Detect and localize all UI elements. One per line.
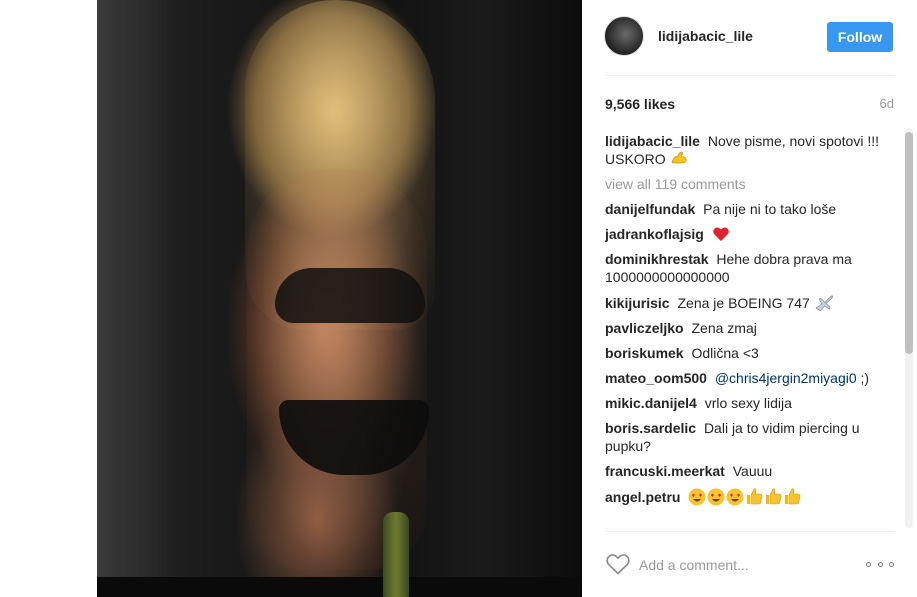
photo-margin	[0, 0, 97, 597]
list-item: francuski.meerkat Vauuu	[605, 462, 894, 480]
comment-username[interactable]: francuski.meerkat	[605, 463, 725, 479]
comment-mention[interactable]: @chris4jergin2miyagi0	[715, 370, 857, 386]
list-item: angel.petru	[605, 487, 894, 506]
red-heart-icon	[712, 227, 729, 241]
comment-text: Pa nije ni to tako loše	[703, 201, 837, 217]
instagram-post: lidijabacic_lile Follow 9,566 likes 6d l…	[0, 0, 917, 597]
caption-username[interactable]: lidijabacic_lile	[605, 133, 700, 149]
flexed-biceps-icon	[671, 151, 687, 164]
likes-row: 9,566 likes 6d	[605, 96, 894, 114]
comment-text: vrlo sexy lidija	[704, 395, 792, 411]
list-item: mateo_oom500 @chris4jergin2miyagi0 ;)	[605, 369, 894, 387]
heart-outline-icon[interactable]	[605, 552, 631, 576]
comment-username[interactable]: mikic.danijel4	[605, 395, 697, 411]
airplane-icon	[815, 295, 833, 311]
comment-username[interactable]: mateo_oom500	[605, 370, 707, 386]
heart-eyes-icon	[726, 488, 744, 506]
thumbs-up-icon	[766, 488, 782, 505]
header-divider	[605, 75, 894, 76]
list-item: mikic.danijel4 vrlo sexy lidija	[605, 394, 894, 412]
comment-bar	[605, 548, 894, 582]
comment-text: Zena je BOEING 747	[677, 295, 810, 311]
comment-bar-divider	[605, 531, 894, 532]
thumbs-up-icon	[747, 488, 763, 505]
heart-eyes-icon	[688, 488, 706, 506]
comments-list: lidijabacic_lile Nove pisme, novi spotov…	[605, 132, 894, 528]
comment-username[interactable]: pavliczeljko	[605, 320, 684, 336]
more-options-icon[interactable]	[866, 554, 894, 574]
more-dot	[877, 561, 883, 567]
list-item: pavliczeljko Zena zmaj	[605, 319, 894, 337]
comment-text: Vauuu	[732, 463, 773, 479]
list-item: kikijurisic Zena je BOEING 747	[605, 293, 894, 312]
thumbs-up-icon	[785, 488, 801, 505]
photo-bar	[97, 577, 582, 597]
post-photo[interactable]	[97, 0, 582, 597]
more-dot	[889, 561, 894, 567]
comment-username[interactable]: jadrankoflajsig	[605, 226, 704, 242]
comment-text: Odlična <3	[691, 345, 759, 361]
comment-username[interactable]: boris.sardelic	[605, 420, 696, 436]
comment-username[interactable]: danijelfundak	[605, 201, 695, 217]
scrollbar-thumb[interactable]	[905, 132, 913, 354]
add-comment-input[interactable]	[639, 553, 849, 577]
post-header: lidijabacic_lile Follow	[582, 0, 917, 76]
comment-text: Zena zmaj	[691, 320, 757, 336]
header-username[interactable]: lidijabacic_lile	[658, 28, 753, 44]
more-dot	[866, 561, 871, 567]
caption: lidijabacic_lile Nove pisme, novi spotov…	[605, 132, 894, 168]
list-item: boris.sardelic Dali ja to vidim piercing…	[605, 419, 894, 455]
list-item: boriskumek Odlična <3	[605, 344, 894, 362]
comments-scrollbar[interactable]	[902, 128, 915, 528]
photo-wall	[97, 0, 167, 597]
post-side-panel: lidijabacic_lile Follow 9,566 likes 6d l…	[582, 0, 917, 597]
photo-figure	[247, 170, 427, 570]
avatar[interactable]	[604, 16, 644, 56]
comment-username[interactable]: kikijurisic	[605, 295, 670, 311]
photo-bottle	[383, 512, 409, 597]
photo-bra	[275, 268, 425, 323]
comment-text: ;)	[860, 370, 870, 386]
heart-eyes-icon	[707, 488, 725, 506]
comment-username[interactable]: boriskumek	[605, 345, 684, 361]
list-item: danijelfundak Pa nije ni to tako loše	[605, 200, 894, 218]
comment-username[interactable]: dominikhrestak	[605, 251, 708, 267]
comment-username[interactable]: angel.petru	[605, 489, 680, 505]
view-all-comments-link[interactable]: view all 119 comments	[605, 175, 894, 193]
post-photo-area	[0, 0, 582, 597]
list-item: jadrankoflajsig	[605, 225, 894, 243]
post-time[interactable]: 6d	[880, 96, 894, 111]
list-item: dominikhrestak Hehe dobra prava ma 10000…	[605, 250, 894, 286]
likes-count[interactable]: 9,566 likes	[605, 96, 675, 112]
follow-button[interactable]: Follow	[827, 22, 893, 52]
